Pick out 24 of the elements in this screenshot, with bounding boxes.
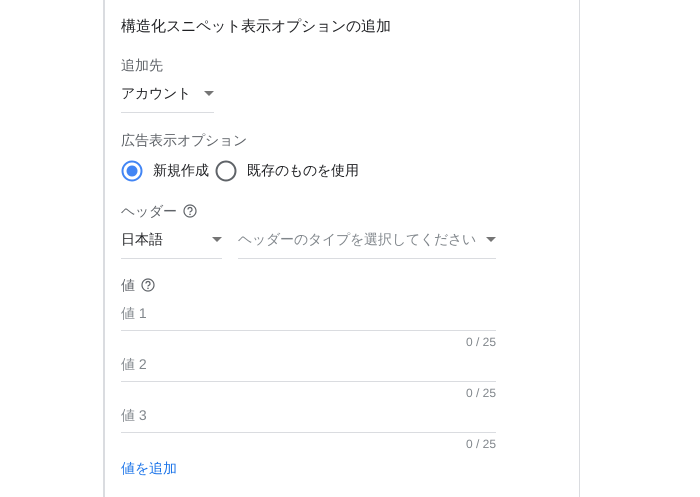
radio-label[interactable]: 新規作成: [153, 162, 209, 180]
caret-icon: [486, 237, 496, 242]
radio-label[interactable]: 既存のものを使用: [247, 162, 359, 180]
field-label: 広告表示オプション: [121, 131, 247, 150]
dropdown[interactable]: アカウント: [121, 81, 214, 113]
field-label: ヘッダー: [121, 202, 177, 221]
field-label: 値: [121, 276, 135, 295]
character-counter: 0 / 25: [466, 385, 496, 401]
value-field[interactable]: 値 2: [121, 350, 496, 382]
value-field[interactable]: 値 3: [121, 401, 496, 433]
value-field[interactable]: 値 1: [121, 299, 496, 331]
add-value-link[interactable]: 値を追加: [121, 458, 177, 478]
caret-icon: [212, 237, 222, 242]
selected-radio[interactable]: [121, 160, 143, 182]
radio[interactable]: [215, 160, 237, 182]
character-counter: 0 / 25: [466, 436, 496, 452]
dropdown[interactable]: 日本語: [121, 227, 222, 259]
help-icon[interactable]: [183, 204, 197, 218]
dialog-title: 構造化スニペット表示オプションの追加: [121, 17, 391, 37]
character-counter: 0 / 25: [466, 334, 496, 350]
caret-icon: [204, 91, 214, 96]
dropdown[interactable]: ヘッダーのタイプを選択してください: [238, 227, 496, 259]
help-icon[interactable]: [141, 278, 155, 292]
field-label: 追加先: [121, 56, 163, 75]
